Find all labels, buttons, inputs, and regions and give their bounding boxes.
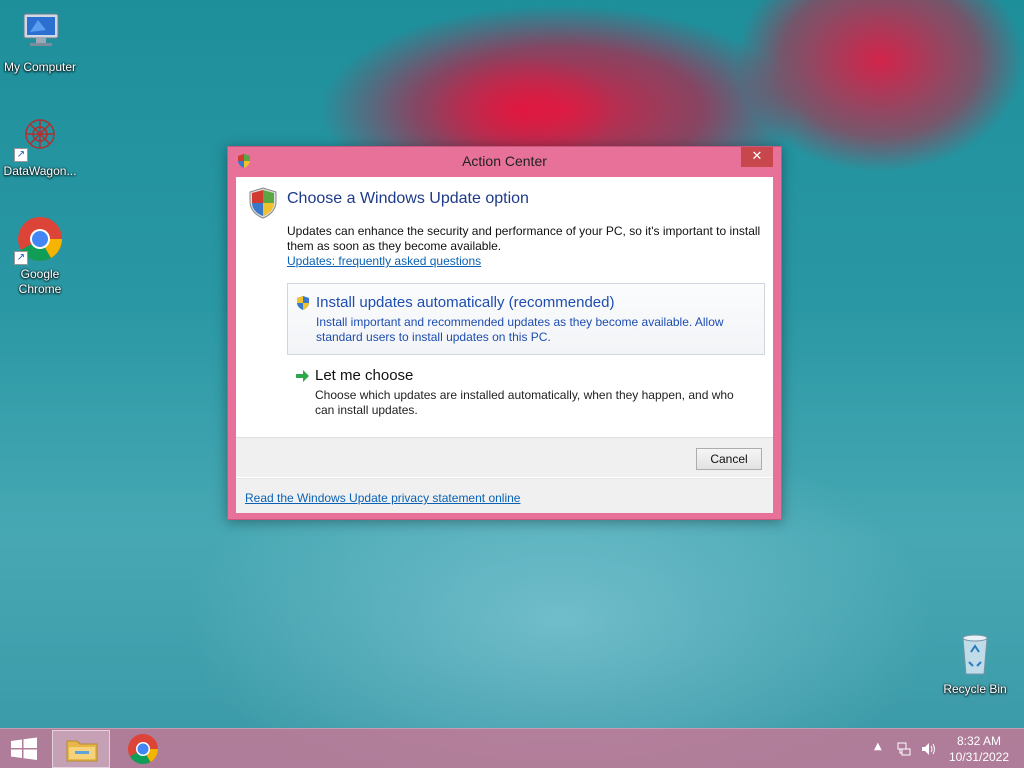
desktop-icon-google-chrome[interactable]: ↗ Google Chrome — [0, 215, 80, 297]
option-description: Install important and recommended update… — [316, 315, 724, 344]
chrome-icon — [128, 734, 158, 765]
shortcut-arrow-icon: ↗ — [14, 251, 28, 265]
desktop-icon-label: Google Chrome — [18, 267, 62, 296]
folder-icon — [66, 740, 98, 762]
taskbar-google-chrome[interactable] — [114, 730, 172, 768]
button-area: Cancel — [236, 437, 773, 477]
volume-icon[interactable] — [920, 741, 938, 761]
shortcut-arrow-icon: ↗ — [14, 148, 28, 162]
start-button[interactable] — [0, 729, 48, 768]
option-description: Choose which updates are installed autom… — [315, 388, 734, 417]
desktop-icon-my-computer[interactable]: My Computer — [0, 8, 80, 75]
windows-logo-icon — [11, 737, 37, 760]
desktop-icon-recycle-bin[interactable]: Recycle Bin — [935, 630, 1015, 697]
dialog-heading: Choose a Windows Update option — [287, 190, 529, 207]
windows-update-shield-icon — [248, 187, 278, 223]
taskbar-file-explorer[interactable] — [52, 730, 110, 768]
desktop-icon-label: My Computer — [3, 60, 77, 74]
option-install-automatically[interactable]: Install updates automatically (recommend… — [287, 283, 765, 355]
option-let-me-choose[interactable]: Let me choose Choose which updates are i… — [287, 357, 765, 431]
desktop-icon-label: Recycle Bin — [943, 682, 1007, 696]
faq-link[interactable]: Updates: frequently asked questions — [287, 254, 481, 268]
desktop-icon-label: DataWagon... — [3, 164, 77, 178]
show-hidden-icons-arrow-icon[interactable]: ▲ — [874, 741, 882, 752]
action-center-dialog: Action Center ✕ Choose a Windows Update … — [227, 146, 782, 520]
shield-icon — [295, 295, 311, 316]
green-arrow-icon — [294, 368, 310, 389]
dialog-footer: Read the Windows Update privacy statemen… — [236, 478, 773, 513]
dialog-titlebar[interactable]: Action Center ✕ — [228, 147, 781, 177]
clock-date: 10/31/2022 — [948, 750, 1010, 764]
dialog-description: Updates can enhance the security and per… — [287, 224, 761, 253]
desktop-icon-datawagon[interactable]: ↗ DataWagon... — [0, 112, 80, 179]
computer-icon — [16, 8, 64, 56]
taskbar-clock[interactable]: 8:32 AM 10/31/2022 — [944, 733, 1014, 765]
close-button[interactable]: ✕ — [741, 147, 773, 167]
option-title: Let me choose — [315, 367, 414, 384]
recycle-bin-icon — [951, 630, 999, 678]
datawagon-icon: ↗ — [14, 112, 64, 162]
clock-time: 8:32 AM — [956, 734, 1002, 748]
dialog-title: Action Center — [462, 153, 547, 169]
network-icon[interactable] — [896, 741, 912, 761]
option-title: Install updates automatically (recommend… — [316, 294, 615, 311]
privacy-statement-link[interactable]: Read the Windows Update privacy statemen… — [245, 491, 520, 505]
dialog-content: Choose a Windows Update option Updates c… — [236, 177, 773, 513]
taskbar: ▲ 8:32 AM 10/31/2022 — [0, 728, 1024, 768]
cancel-button[interactable]: Cancel — [696, 448, 762, 470]
chrome-icon: ↗ — [14, 215, 64, 265]
